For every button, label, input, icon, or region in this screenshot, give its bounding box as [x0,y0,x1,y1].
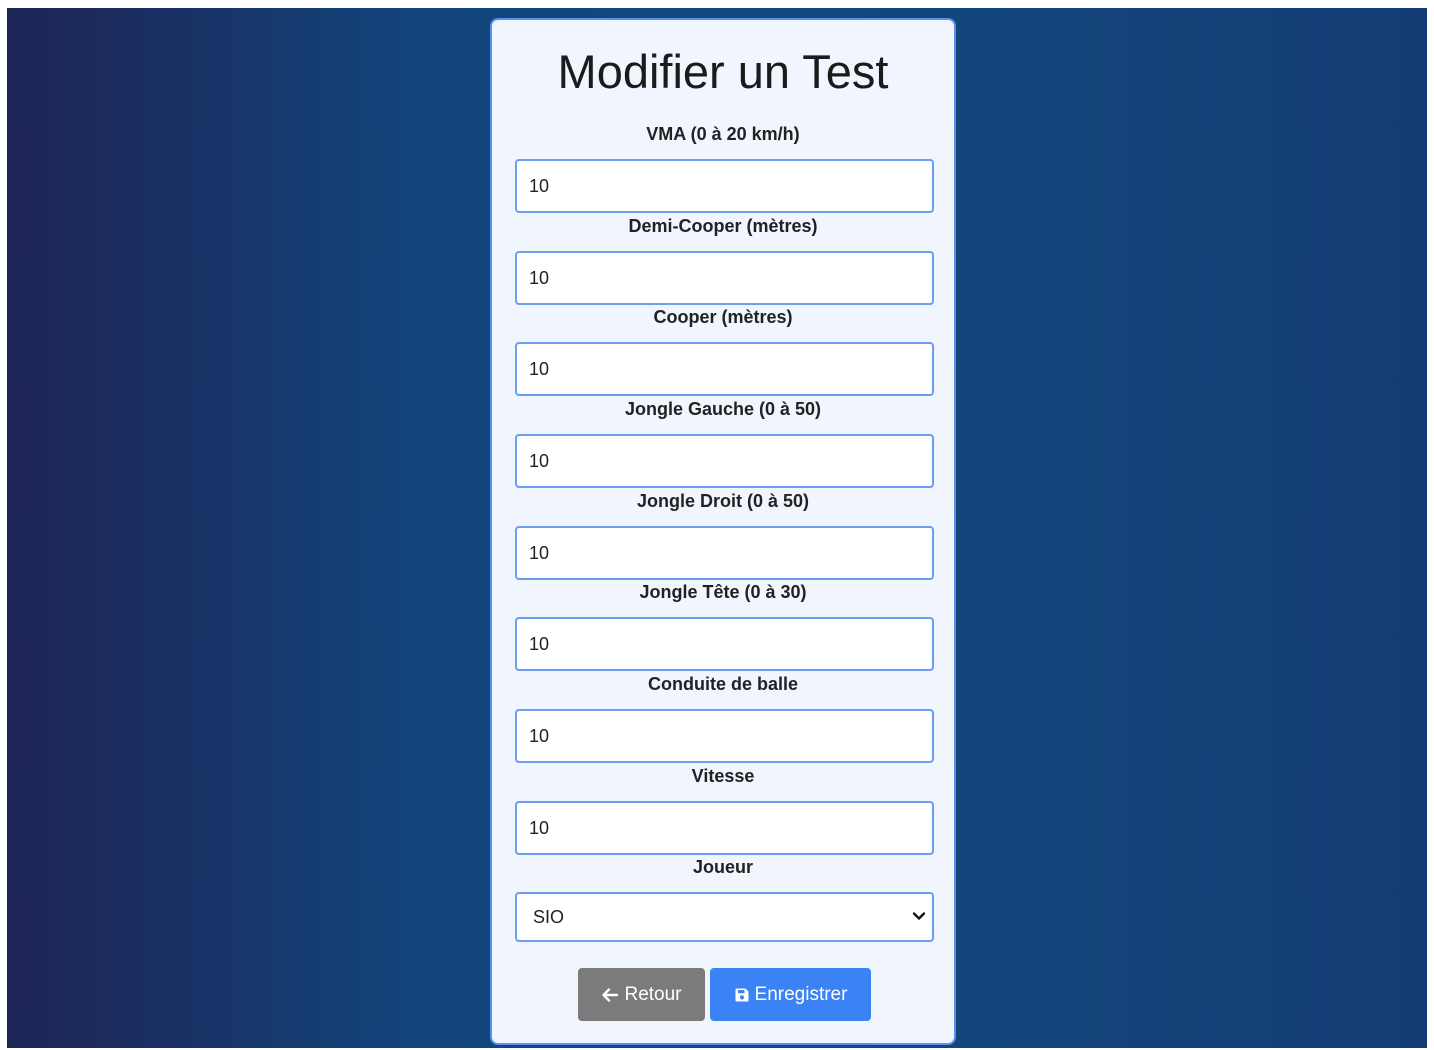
field-label-jongle-droit: Jongle Droit (0 à 50) [636,491,810,511]
player-select[interactable]: SIO [515,892,934,942]
jongle-gauche-input[interactable] [515,434,934,488]
conduite-de-balle-input[interactable] [515,709,934,763]
field-label-jongle-gauche: Jongle Gauche (0 à 50) [624,399,822,419]
field-label-joueur: Joueur [692,857,753,877]
vma-input[interactable] [515,159,934,213]
page-background: Modifier un Test VMA (0 à 20 km/h) Demi-… [7,8,1427,1048]
jongle-droit-input[interactable] [515,526,934,580]
arrow-left-icon [602,987,619,1002]
player-select-value: SIO [533,907,565,927]
chevron-down-icon [912,912,926,920]
vitesse-input[interactable] [515,801,934,855]
field-label-demi-cooper: Demi-Cooper (mètres) [628,216,818,236]
field-label-conduite-de-balle: Conduite de balle [647,674,798,694]
jongle-tete-input[interactable] [515,617,934,671]
demi-cooper-input[interactable] [515,251,934,305]
back-button[interactable]: Retour [578,968,705,1021]
field-label-vma: VMA (0 à 20 km/h) [646,124,800,144]
page-title: Modifier un Test [557,45,889,98]
field-label-cooper: Cooper (mètres) [653,307,793,327]
field-label-jongle-tete: Jongle Tête (0 à 30) [639,582,807,602]
cooper-input[interactable] [515,342,934,396]
floppy-disk-icon [735,988,749,1001]
edit-test-form: Modifier un Test VMA (0 à 20 km/h) Demi-… [490,18,956,1045]
field-label-vitesse: Vitesse [691,766,755,786]
back-button-label: Retour [624,983,682,1005]
save-button[interactable]: Enregistrer [710,968,871,1021]
save-button-label: Enregistrer [754,983,848,1005]
